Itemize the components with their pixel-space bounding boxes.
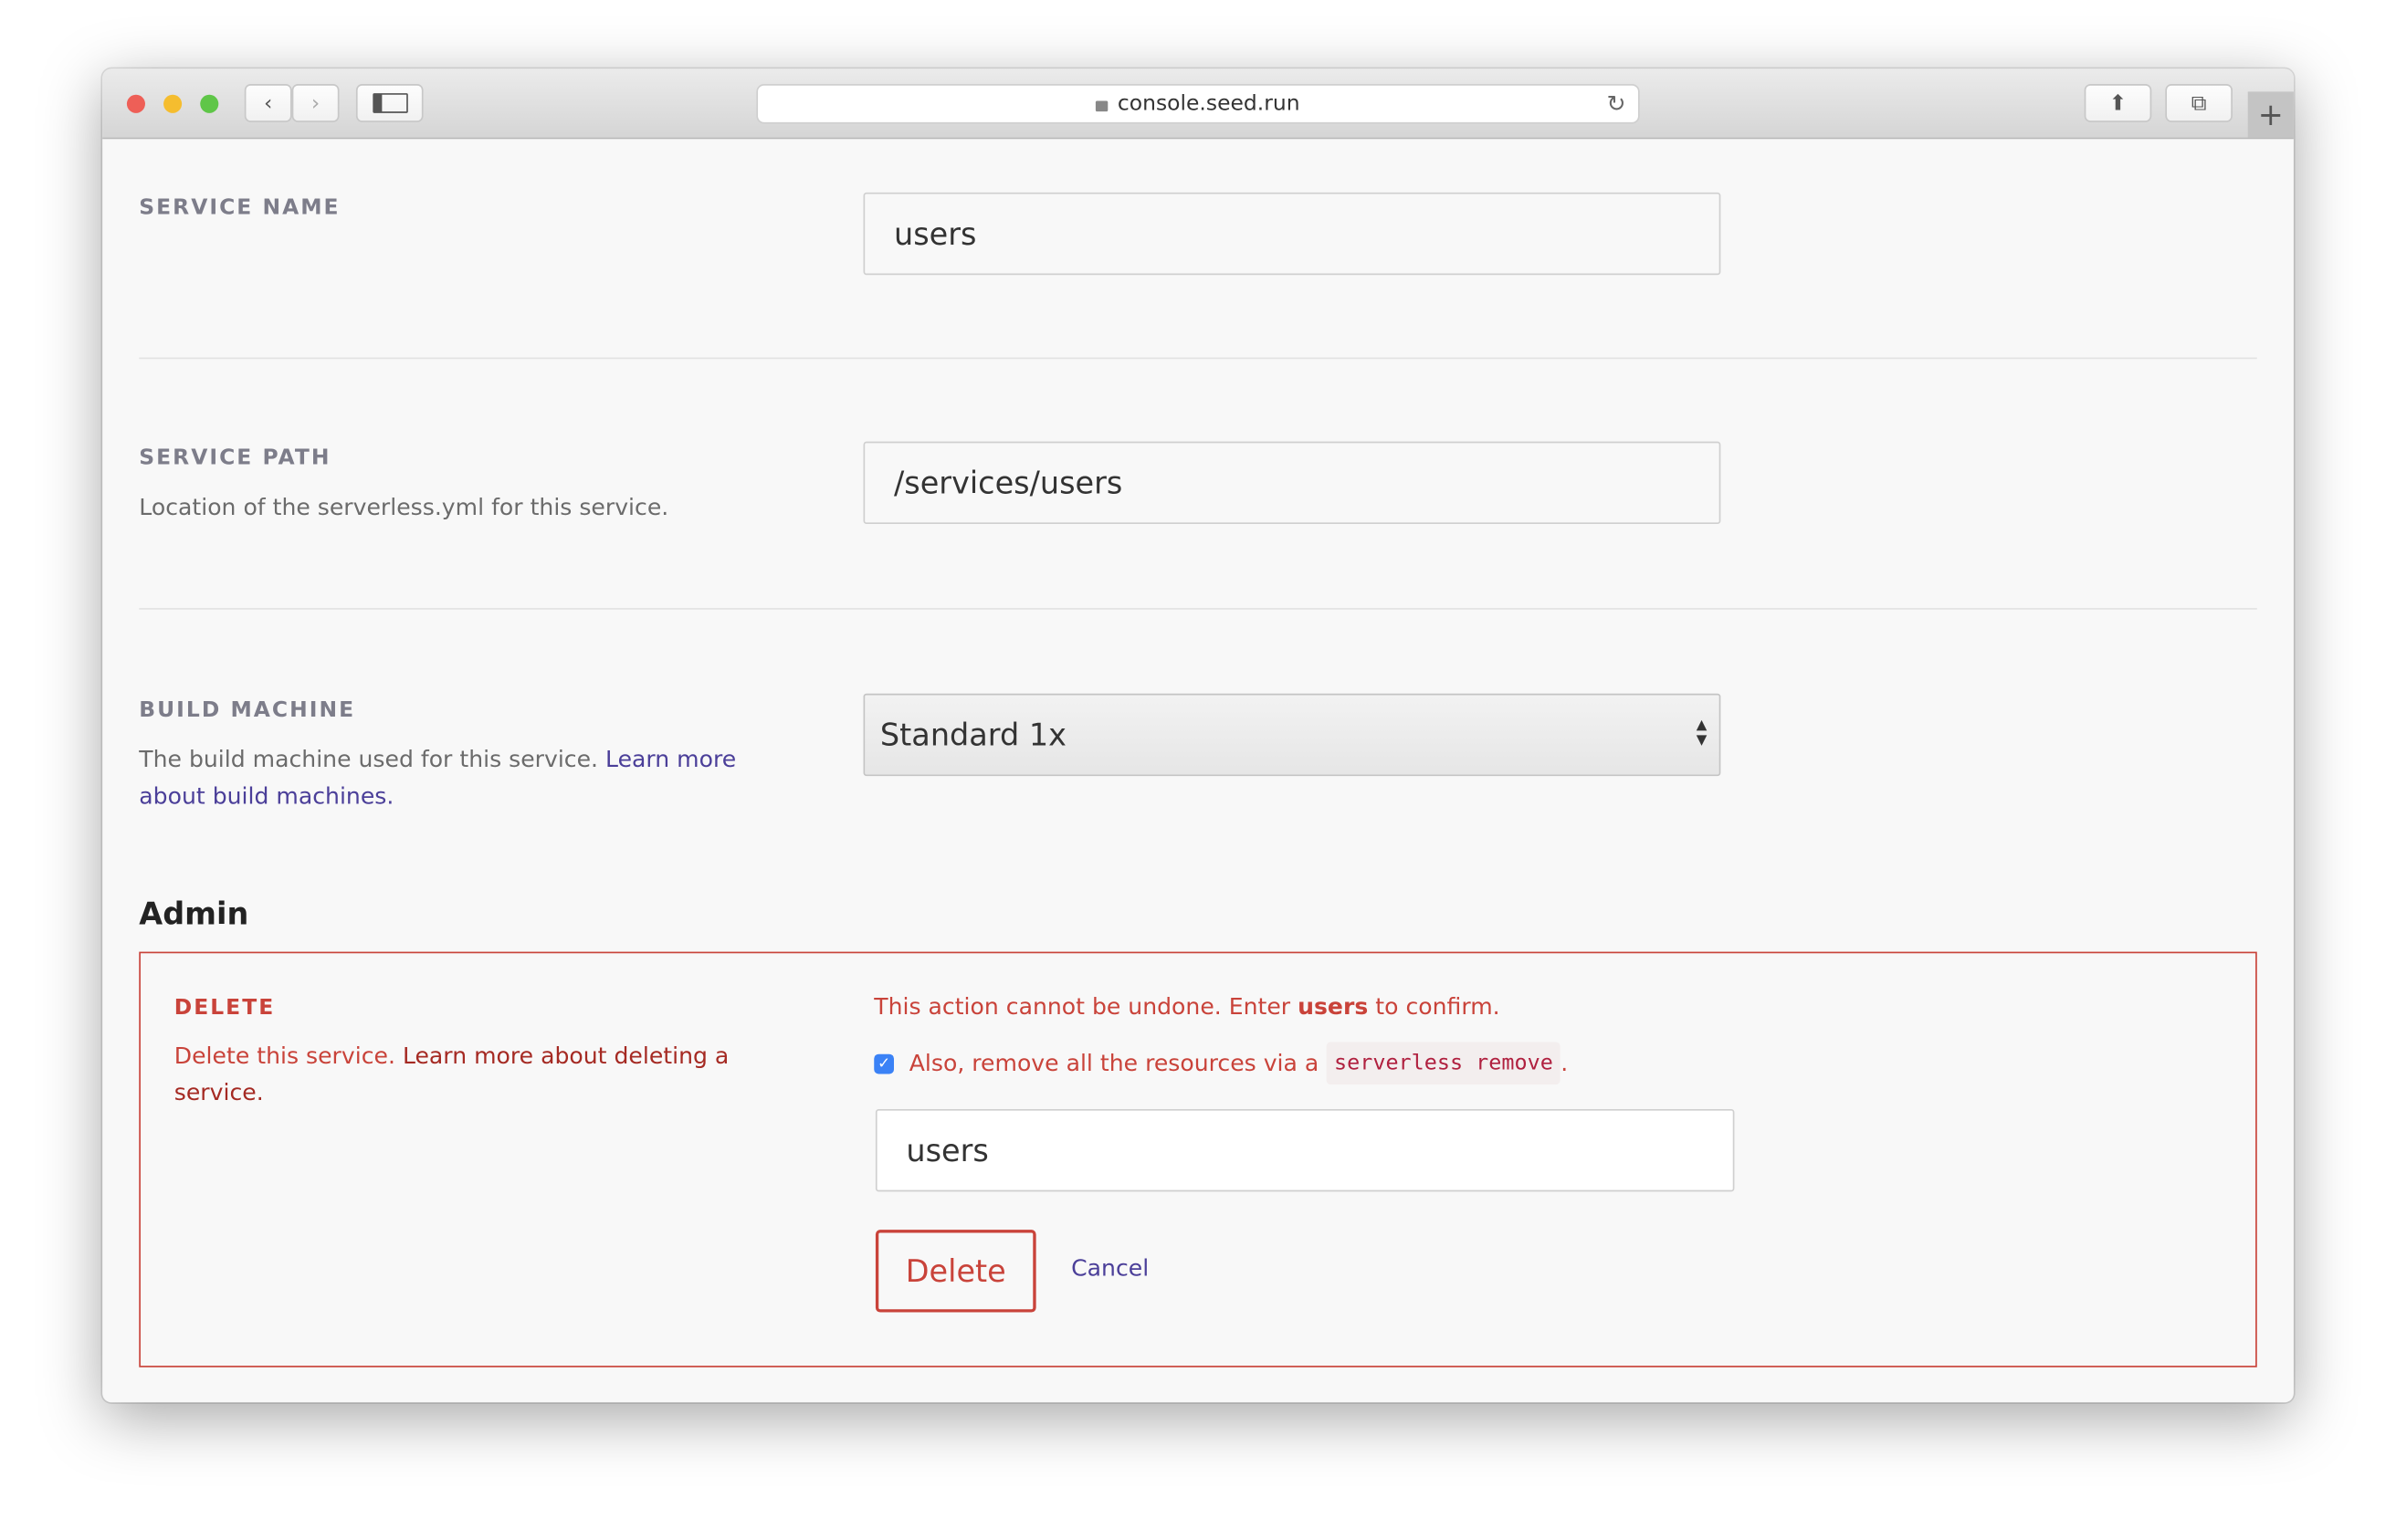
- close-window-button[interactable]: [126, 94, 145, 113]
- reload-icon[interactable]: ↻: [1607, 90, 1626, 118]
- new-tab-button[interactable]: +: [2247, 91, 2294, 138]
- warning-suffix: to confirm.: [1375, 992, 1500, 1021]
- remove-resources-option: ✓ Also, remove all the resources via a s…: [874, 1042, 1569, 1085]
- build-machine-description: The build machine used for this service.…: [139, 741, 781, 814]
- address-bar[interactable]: console.seed.run ↻: [756, 84, 1640, 124]
- browser-toolbar: ‹ › console.seed.run ↻ ⬆ ⧉ +: [102, 68, 2294, 140]
- tabs-icon: ⧉: [2191, 90, 2207, 116]
- admin-heading: Admin: [139, 895, 249, 932]
- service-path-input[interactable]: /services/users: [863, 441, 1721, 525]
- cancel-button[interactable]: Cancel: [1071, 1254, 1149, 1282]
- checkbox-end: .: [1561, 1049, 1569, 1077]
- delete-description-text: Delete this service.: [173, 1042, 395, 1070]
- browser-window: ‹ › console.seed.run ↻ ⬆ ⧉ + SERVICE NAM…: [102, 68, 2294, 1403]
- share-icon: ⬆: [2108, 90, 2128, 116]
- delete-button[interactable]: Delete: [875, 1230, 1036, 1313]
- sidebar-icon: [372, 93, 407, 113]
- chevron-left-icon: ‹: [263, 90, 273, 116]
- minimize-window-button[interactable]: [163, 94, 183, 113]
- service-name-input[interactable]: users: [863, 192, 1721, 276]
- confirm-service-name-input[interactable]: users: [875, 1108, 1735, 1192]
- remove-resources-label: Also, remove all the resources via a: [909, 1049, 1319, 1077]
- build-machine-selected: Standard 1x: [879, 716, 1067, 754]
- delete-panel: DELETE Delete this service. Learn more a…: [139, 951, 2257, 1367]
- serverless-remove-code: serverless remove: [1326, 1042, 1561, 1085]
- tabs-overview-button[interactable]: ⧉: [2165, 84, 2233, 122]
- sidebar-toggle-button[interactable]: [355, 84, 424, 122]
- back-button[interactable]: ‹: [244, 84, 292, 122]
- delete-label: DELETE: [173, 996, 276, 1021]
- delete-warning: This action cannot be undone. Enter user…: [874, 989, 1499, 1025]
- plus-icon: +: [2257, 96, 2284, 133]
- select-arrows-icon: ▲ ▼: [1696, 718, 1708, 749]
- build-machine-label: BUILD MACHINE: [139, 697, 356, 723]
- service-settings: SERVICE NAME users SERVICE PATH Location…: [102, 139, 2294, 1402]
- zoom-window-button[interactable]: [200, 94, 219, 113]
- lock-icon: [1096, 100, 1109, 112]
- share-button[interactable]: ⬆: [2084, 84, 2152, 122]
- chevron-right-icon: ›: [310, 90, 321, 116]
- divider: [139, 608, 2257, 610]
- forward-button[interactable]: ›: [291, 84, 340, 122]
- build-machine-select[interactable]: Standard 1x ▲ ▼: [863, 693, 1721, 777]
- url-text: console.seed.run: [1117, 91, 1300, 117]
- delete-description: Delete this service. Learn more about de…: [174, 1037, 785, 1110]
- service-path-description: Location of the serverless.yml for this …: [139, 493, 669, 521]
- service-path-label: SERVICE PATH: [139, 445, 331, 471]
- remove-resources-checkbox[interactable]: ✓: [874, 1053, 894, 1074]
- divider: [139, 357, 2257, 360]
- build-machine-description-text: The build machine used for this service.: [139, 745, 599, 773]
- warning-prefix: This action cannot be undone. Enter: [874, 992, 1291, 1021]
- warning-service-name: users: [1298, 992, 1369, 1021]
- service-name-label: SERVICE NAME: [139, 195, 341, 220]
